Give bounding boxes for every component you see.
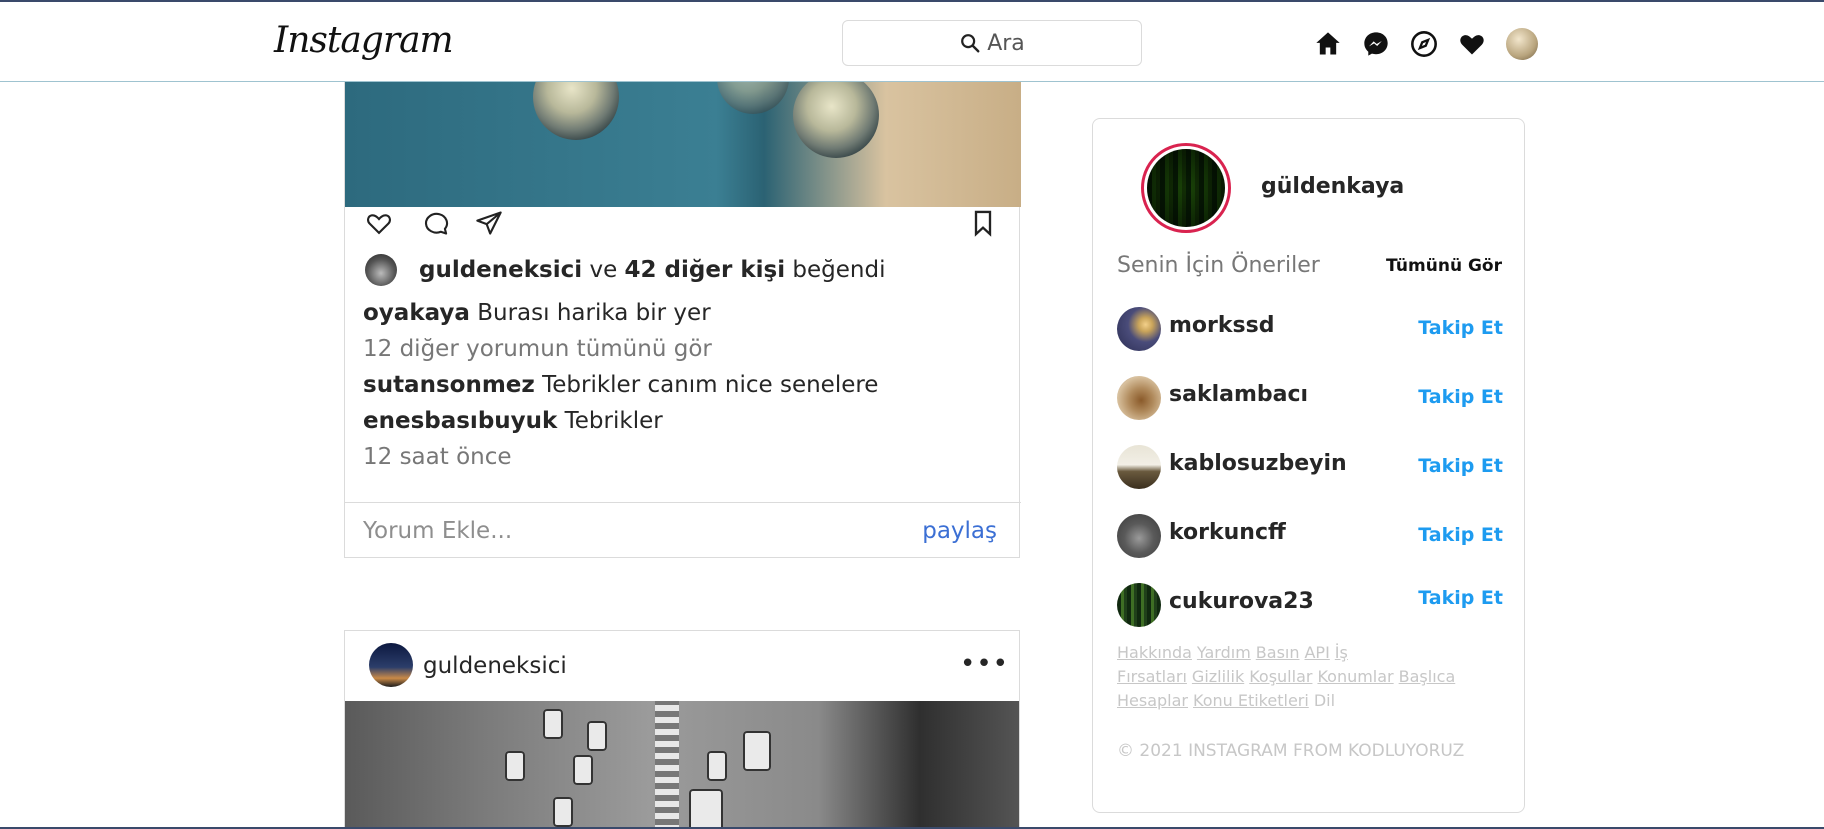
follow-button[interactable]: Takip Et: [1418, 317, 1503, 339]
see-all-button[interactable]: Tümünü Gör: [1386, 256, 1502, 276]
likes-summary: guldeneksici ve 42 diğer kişi beğendi: [365, 254, 885, 286]
share-comment-button[interactable]: paylaş: [922, 518, 997, 544]
suggestion-username[interactable]: morkssd: [1169, 313, 1274, 338]
suggestion-avatar[interactable]: [1117, 376, 1161, 420]
sidebar: güldenkaya Senin İçin Öneriler Tümünü Gö…: [1092, 118, 1525, 813]
divider: [345, 502, 1021, 503]
comment: enesbasıbuyuk Tebrikler: [363, 408, 663, 434]
follow-button[interactable]: Takip Et: [1418, 524, 1503, 546]
share-icon[interactable]: [475, 209, 505, 239]
suggestion-item: morkssd Takip Et: [1117, 307, 1503, 353]
comment: sutansonmez Tebrikler canım nice seneler…: [363, 372, 878, 398]
follow-button[interactable]: Takip Et: [1418, 587, 1503, 609]
instagram-logo[interactable]: Instagram: [274, 20, 454, 61]
liker-username[interactable]: guldeneksici: [419, 257, 582, 283]
heart-icon[interactable]: [1458, 30, 1486, 58]
comment: oyakaya Burası harika bir yer: [363, 300, 711, 326]
post-image: [345, 82, 1021, 207]
footer-link-help[interactable]: Yardım: [1197, 643, 1251, 662]
liked-and: ve: [589, 257, 618, 283]
post-header: guldeneksici •••: [345, 631, 1019, 701]
suggestion-avatar[interactable]: [1117, 445, 1161, 489]
footer-link-language[interactable]: Dil: [1314, 691, 1335, 710]
footer-link-hashtags[interactable]: Konu Etiketleri: [1193, 691, 1309, 710]
suggestion-username[interactable]: korkuncff: [1169, 520, 1286, 545]
explore-icon[interactable]: [1410, 30, 1438, 58]
comment-username[interactable]: oyakaya: [363, 300, 470, 326]
suggestion-username[interactable]: cukurova23: [1169, 589, 1314, 614]
feed-post: guldeneksici ve 42 diğer kişi beğendi oy…: [344, 82, 1021, 558]
post-author-username[interactable]: guldeneksici: [423, 653, 567, 679]
more-options-icon[interactable]: •••: [960, 649, 1009, 679]
copyright: © 2021 INSTAGRAM FROM KODLUYORUZ: [1117, 741, 1465, 761]
search-placeholder: Ara: [987, 30, 1025, 56]
add-comment-input[interactable]: Yorum Ekle...: [363, 518, 512, 544]
liker-avatar[interactable]: [365, 254, 397, 286]
suggestion-item: korkuncff Takip Et: [1117, 514, 1503, 560]
comment-text: Tebrikler canım nice senelere: [542, 372, 879, 398]
comment-icon[interactable]: [421, 209, 451, 239]
comment-text: Burası harika bir yer: [477, 300, 711, 326]
suggestion-item: kablosuzbeyin Takip Et: [1117, 445, 1503, 491]
like-icon[interactable]: [365, 209, 395, 239]
suggestion-username[interactable]: saklambacı: [1169, 382, 1308, 407]
suggestion-avatar[interactable]: [1117, 307, 1161, 351]
comment-text: Tebrikler: [564, 408, 663, 434]
footer-link-terms[interactable]: Koşullar: [1249, 667, 1312, 686]
post-image: [345, 701, 1019, 828]
footer-links: Hakkında Yardım Basın API İş Fırsatları Gizli…: [1117, 641, 1497, 713]
footer-link-press[interactable]: Basın: [1256, 643, 1300, 662]
current-user-avatar[interactable]: [1141, 143, 1231, 233]
suggestion-username[interactable]: kablosuzbeyin: [1169, 451, 1347, 476]
footer-link-locations[interactable]: Konumlar: [1317, 667, 1393, 686]
comment-username[interactable]: sutansonmez: [363, 372, 535, 398]
feed-post: guldeneksici •••: [344, 630, 1020, 829]
post-author-avatar[interactable]: [369, 643, 413, 687]
home-icon[interactable]: [1314, 30, 1342, 58]
current-user-name[interactable]: güldenkaya: [1261, 174, 1404, 199]
liked-others-count[interactable]: 42 diğer kişi: [625, 257, 786, 283]
top-navigation-bar: Instagram Ara: [0, 0, 1824, 82]
view-all-comments-link[interactable]: 12 diğer yorumun tümünü gör: [363, 336, 712, 362]
footer-link-about[interactable]: Hakkında: [1117, 643, 1192, 662]
suggestions-title: Senin İçin Öneriler: [1117, 253, 1320, 278]
follow-button[interactable]: Takip Et: [1418, 455, 1503, 477]
suggestion-item: cukurova23 Takip Et: [1117, 583, 1503, 629]
bookmark-icon[interactable]: [969, 209, 999, 239]
search-icon: [961, 34, 980, 53]
comment-username[interactable]: enesbasıbuyuk: [363, 408, 557, 434]
profile-avatar[interactable]: [1506, 28, 1538, 60]
post-timestamp: 12 saat önce: [363, 444, 512, 470]
liked-suffix: beğendi: [792, 257, 886, 283]
suggestion-item: saklambacı Takip Et: [1117, 376, 1503, 422]
suggestion-avatar[interactable]: [1117, 514, 1161, 558]
footer-link-privacy[interactable]: Gizlilik: [1192, 667, 1244, 686]
footer-link-api[interactable]: API: [1304, 643, 1329, 662]
suggestion-avatar[interactable]: [1117, 583, 1161, 627]
follow-button[interactable]: Takip Et: [1418, 386, 1503, 408]
messenger-icon[interactable]: [1362, 30, 1390, 58]
search-input[interactable]: Ara: [842, 20, 1142, 66]
